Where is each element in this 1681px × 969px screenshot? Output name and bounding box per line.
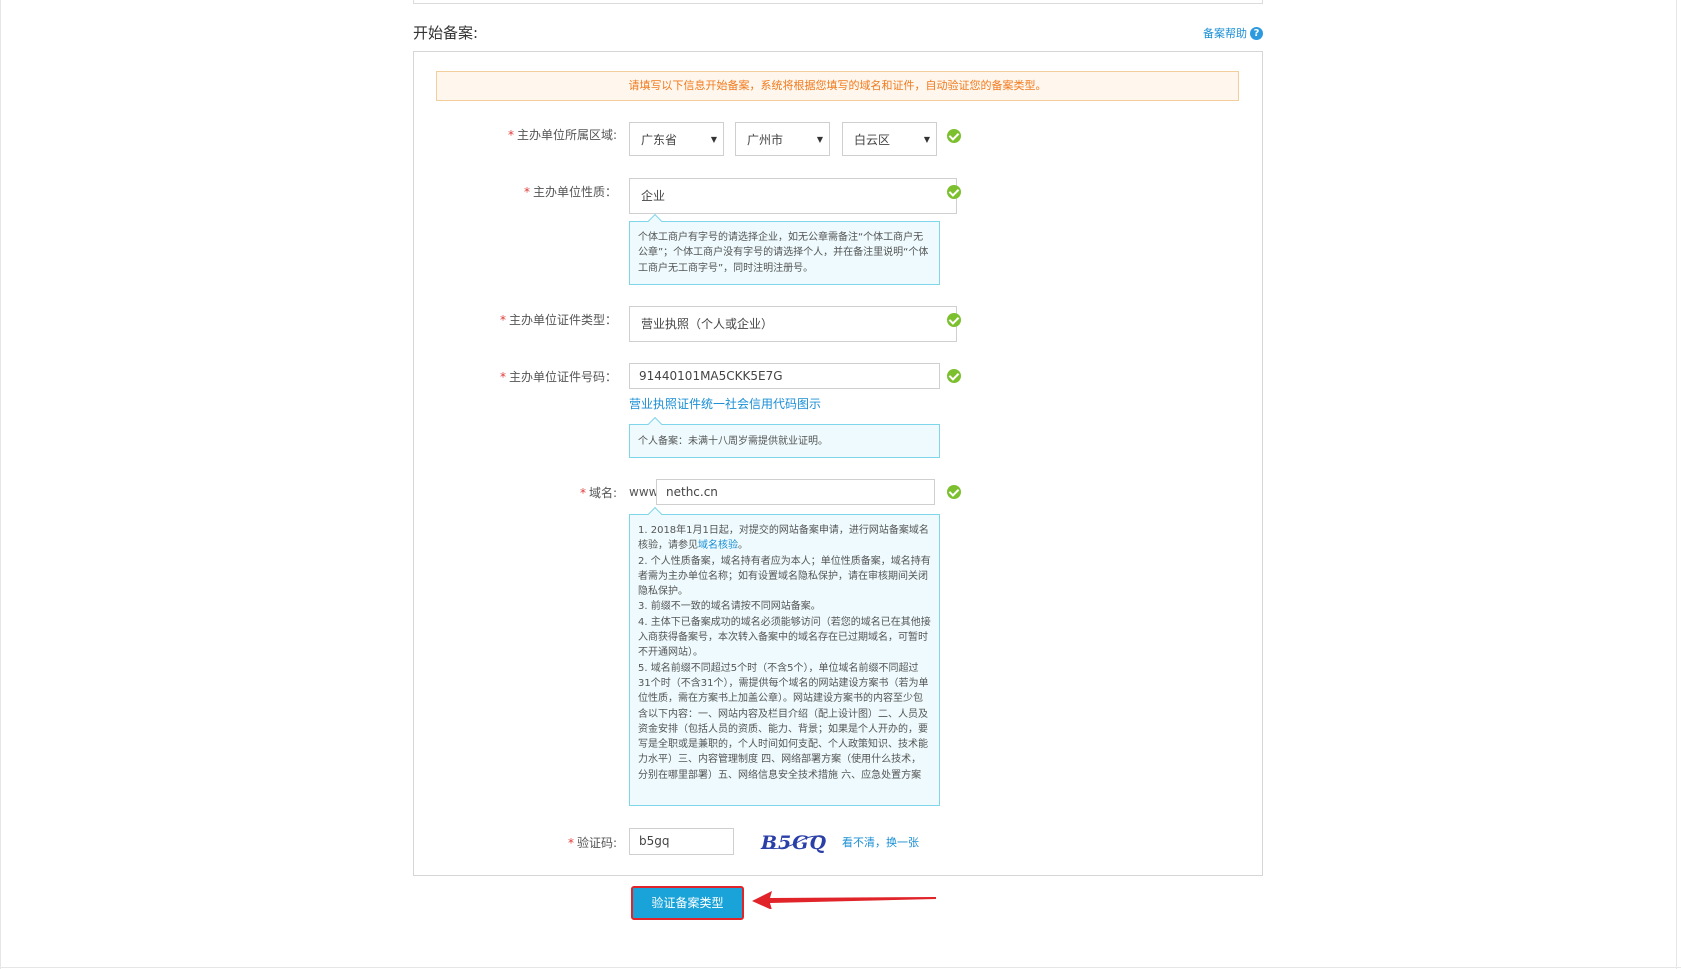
domain-tip-item-2: 2. 个人性质备案，域名持有者应为本人；单位性质备案，域名持有者需为主办单位名称… [638,555,931,598]
cert-type-label-text: 主办单位证件类型： [508,313,617,327]
question-circle-icon: ? [1250,26,1263,40]
page-edge-right [1676,0,1677,969]
city-select[interactable]: 广州市 ▼ [735,122,830,156]
region-label: * 主办单位所属区域: [470,126,617,143]
nature-tip: 个体工商户有字号的请选择企业，如无公章需备注“个体工商户无公章”；个体工商户没有… [629,221,940,285]
cert-number-input[interactable]: 91440101MA5CKK5E7G [629,363,940,389]
nature-value: 企业 [641,189,666,203]
domain-tip-item-1-text: 1. 2018年1月1日起，对提交的网站备案申请，进行网站备案域名核验，请参见 [638,525,929,552]
domain-tip-item-5: 5. 域名前缀不同超过5个时（不含5个），单位域名前缀不同超过31个时（不含31… [638,662,929,781]
province-value: 广东省 [641,133,678,147]
check-circle-icon [947,485,961,499]
required-mark: * [567,836,574,850]
filing-help-label: 备案帮助 [1203,27,1247,40]
cert-number-tip: 个人备案：未满十八周岁需提供就业证明。 [629,424,940,458]
district-select[interactable]: 白云区 ▼ [842,122,937,156]
nature-label: * 主办单位性质： [470,183,617,200]
cert-number-label: * 主办单位证件号码： [470,368,617,385]
caret-down-icon: ▼ [923,135,930,144]
captcha-input[interactable]: b5gq [629,828,734,855]
required-mark: * [523,185,530,199]
check-circle-icon [947,369,961,383]
caret-down-icon: ▼ [816,135,823,144]
district-value: 白云区 [854,133,891,147]
page-edge-left [0,0,1,969]
region-label-text: 主办单位所属区域: [516,128,617,142]
check-circle-icon [947,313,961,327]
check-circle-icon [947,185,961,199]
caret-down-icon: ▼ [710,135,717,144]
domain-input[interactable]: nethc.cn [656,479,935,505]
domain-tip-item-1: 1. 2018年1月1日起，对提交的网站备案申请，进行网站备案域名核验，请参见域… [638,523,931,554]
nature-select[interactable]: 企业 [629,178,957,214]
domain-tip: 1. 2018年1月1日起，对提交的网站备案申请，进行网站备案域名核验，请参见域… [629,514,940,806]
notice-banner: 请填写以下信息开始备案，系统将根据您填写的域名和证件，自动验证您的备案类型。 [436,71,1239,101]
required-mark: * [579,486,586,500]
check-circle-icon [947,129,961,143]
credit-code-example-link[interactable]: 营业执照证件统一社会信用代码图示 [629,395,821,412]
red-annotation-arrow [752,891,936,909]
domain-tip-item-1-end: 。 [738,540,748,552]
captcha-label-text: 验证码: [576,836,617,850]
city-value: 广州市 [747,133,784,147]
previous-panel-edge [413,0,1263,4]
section-title: 开始备案: [413,24,479,42]
province-select[interactable]: 广东省 ▼ [629,122,724,156]
filing-help-link[interactable]: 备案帮助 ? [1203,25,1263,41]
captcha-label: * 验证码: [470,834,617,851]
domain-tip-item-3: 3. 前缀不一致的域名请按不同网站备案。 [638,601,821,613]
captcha-image[interactable]: B5GQ [760,830,826,854]
cert-type-value: 营业执照（个人或企业） [641,317,774,331]
captcha-refresh-link[interactable]: 看不清，换一张 [842,834,919,850]
domain-label-text: 域名: [588,486,617,500]
cert-number-label-text: 主办单位证件号码： [508,370,617,384]
cert-type-label: * 主办单位证件类型： [470,311,617,328]
verify-filing-type-button[interactable]: 验证备案类型 [631,886,744,920]
page-edge-bottom [0,967,1681,968]
domain-label: * 域名: [470,484,617,501]
required-mark: * [499,313,506,327]
domain-verification-link[interactable]: 域名核验 [698,540,738,551]
cert-type-select[interactable]: 营业执照（个人或企业） [629,306,957,342]
required-mark: * [499,370,506,384]
domain-tip-item-4: 4. 主体下已备案成功的域名必须能够访问（若您的域名已在其他接入商获得备案号，本… [638,616,931,659]
nature-label-text: 主办单位性质： [532,185,617,199]
required-mark: * [507,128,514,142]
svg-text:B5GQ: B5GQ [760,832,826,854]
